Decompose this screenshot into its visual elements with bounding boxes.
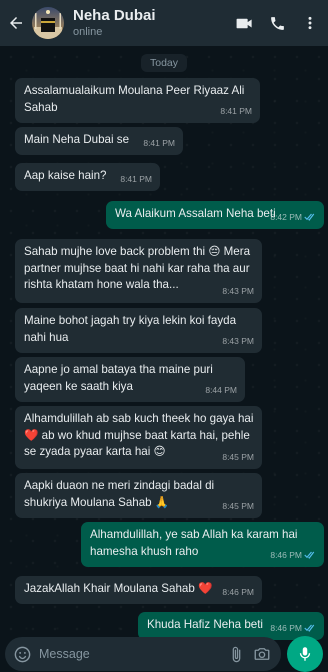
read-receipt-icon: [304, 213, 315, 221]
microphone-icon: [299, 647, 311, 661]
message-bubble-incoming[interactable]: Sahab mujhe love back problem thi 😔 Mera…: [15, 239, 262, 303]
emoji-button[interactable]: [9, 637, 35, 671]
message-time: 8:43 PM: [222, 285, 254, 296]
message-bubble-incoming[interactable]: JazakAllah Khair Moulana Sahab ❤️ 8:46 P…: [15, 576, 262, 604]
message-text: Maine bohot jagah try kiya lekin koi fay…: [24, 314, 240, 344]
voice-message-button[interactable]: [287, 636, 323, 672]
message-time: 8:41 PM: [143, 137, 175, 148]
chat-header: Neha Dubai online: [0, 0, 328, 46]
message-time: 8:45 PM: [222, 500, 254, 511]
message-time: 8:43 PM: [222, 335, 254, 346]
contact-name: Neha Dubai: [73, 7, 156, 24]
voice-call-button[interactable]: [263, 0, 291, 46]
message-bubble-incoming[interactable]: Main Neha Dubai se 8:41 PM: [15, 127, 183, 155]
message-time: 8:45 PM: [222, 451, 254, 462]
message-bubble-incoming[interactable]: Alhamdulillah ab sab kuch theek ho gaya …: [15, 406, 262, 469]
more-vertical-icon: [308, 16, 312, 30]
message-time: 8:46 PM: [270, 549, 302, 560]
message-bubble-incoming[interactable]: Aap kaise hain? 8:41 PM: [15, 163, 160, 191]
avatar[interactable]: [32, 7, 64, 39]
camera-icon: [254, 648, 270, 660]
message-bubble-incoming[interactable]: Aapne jo amal bataya tha maine puri yaqe…: [15, 357, 245, 402]
message-text: Assalamualaikum Moulana Peer Riyaaz Ali …: [24, 84, 248, 114]
message-input[interactable]: Message: [39, 647, 223, 661]
message-text: Alhamdulillah ab sab kuch theek ho gaya …: [24, 412, 257, 458]
video-call-button[interactable]: [230, 0, 258, 46]
message-bubble-incoming[interactable]: Aapki duaon ne meri zindagi badal di shu…: [15, 473, 262, 518]
message-bubble-outgoing[interactable]: Khuda Hafiz Neha beti 8:46 PM: [138, 612, 324, 640]
contact-status: online: [73, 26, 103, 38]
message-list[interactable]: Today Assalamualaikum Moulana Peer Riyaa…: [0, 46, 328, 640]
attach-button[interactable]: [223, 637, 249, 671]
menu-button[interactable]: [296, 0, 324, 46]
message-time: 8:41 PM: [120, 173, 152, 184]
message-bubble-incoming[interactable]: Assalamualaikum Moulana Peer Riyaaz Ali …: [15, 78, 260, 123]
message-text: Aapki duaon ne meri zindagi badal di shu…: [24, 479, 218, 509]
back-button[interactable]: [2, 0, 30, 46]
read-receipt-icon: [304, 551, 315, 559]
message-bubble-outgoing[interactable]: Wa Alaikum Assalam Neha beti 8:42 PM: [106, 201, 324, 229]
camera-button[interactable]: [249, 637, 275, 671]
video-call-icon: [236, 18, 252, 28]
emoji-icon: [14, 646, 30, 662]
message-time: 8:44 PM: [205, 384, 237, 395]
read-receipt-icon: [304, 624, 315, 632]
message-time: 8:42 PM: [270, 211, 302, 222]
message-time: 8:46 PM: [270, 622, 302, 633]
message-time: 8:41 PM: [220, 105, 252, 116]
message-bubble-incoming[interactable]: Maine bohot jagah try kiya lekin koi fay…: [15, 308, 262, 353]
message-composer: Message: [5, 637, 281, 671]
arrow-left-icon: [10, 17, 22, 29]
paperclip-icon: [232, 646, 240, 662]
date-divider: Today: [141, 54, 187, 72]
message-time: 8:46 PM: [222, 586, 254, 597]
contact-info[interactable]: Neha Dubai online: [73, 7, 230, 39]
message-text: Sahab mujhe love back problem thi 😔 Mera…: [24, 245, 254, 291]
phone-icon: [270, 16, 284, 30]
message-bubble-outgoing[interactable]: Alhamdulillah, ye sab Allah ka karam hai…: [81, 522, 324, 567]
message-text: JazakAllah Khair Moulana Sahab ❤️: [24, 582, 213, 595]
kaaba-avatar-icon: [32, 7, 64, 39]
